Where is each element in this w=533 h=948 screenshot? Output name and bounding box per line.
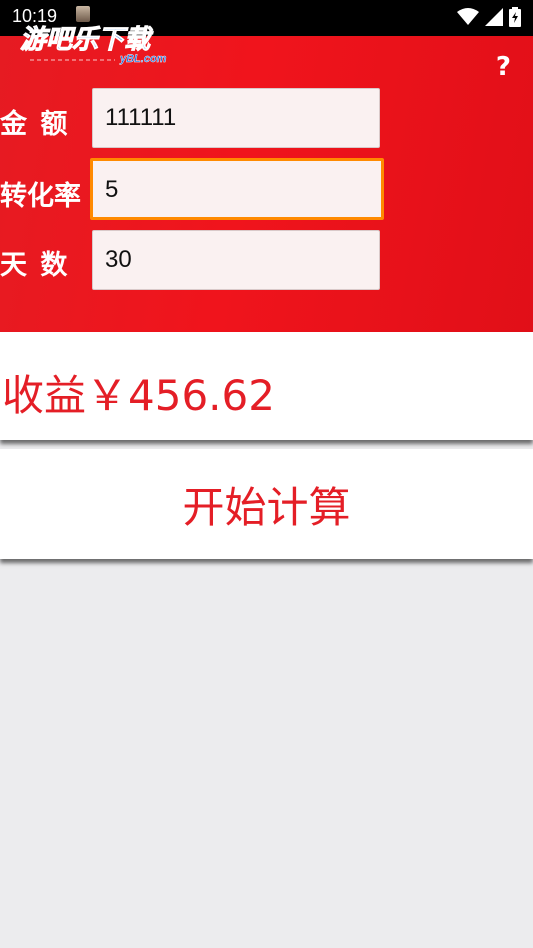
svg-text:游吧乐下载: 游吧乐下载 bbox=[20, 25, 154, 55]
amount-input[interactable]: 111111 bbox=[92, 88, 380, 148]
input-panel: ? 金 额 111111 转化率 5 天 数 30 bbox=[0, 36, 533, 332]
days-label: 天 数 bbox=[0, 250, 70, 281]
svg-text:yBL.com: yBL.com bbox=[119, 53, 167, 65]
watermark-logo: 游吧乐下载 yBL.com bbox=[20, 18, 180, 68]
calculate-button[interactable]: 开始计算 bbox=[0, 449, 533, 559]
conversion-rate-label: 转化率 bbox=[0, 181, 81, 212]
status-icons bbox=[457, 7, 521, 27]
signal-icon bbox=[485, 8, 503, 26]
wifi-icon bbox=[457, 8, 479, 26]
conversion-rate-input[interactable]: 5 bbox=[90, 158, 384, 220]
result-card: 收益￥456.62 bbox=[0, 332, 533, 440]
battery-icon bbox=[509, 7, 521, 27]
help-icon[interactable]: ? bbox=[496, 52, 511, 82]
result-text: 收益￥456.62 bbox=[2, 371, 275, 420]
amount-label: 金 额 bbox=[0, 109, 70, 140]
days-input[interactable]: 30 bbox=[92, 230, 380, 290]
